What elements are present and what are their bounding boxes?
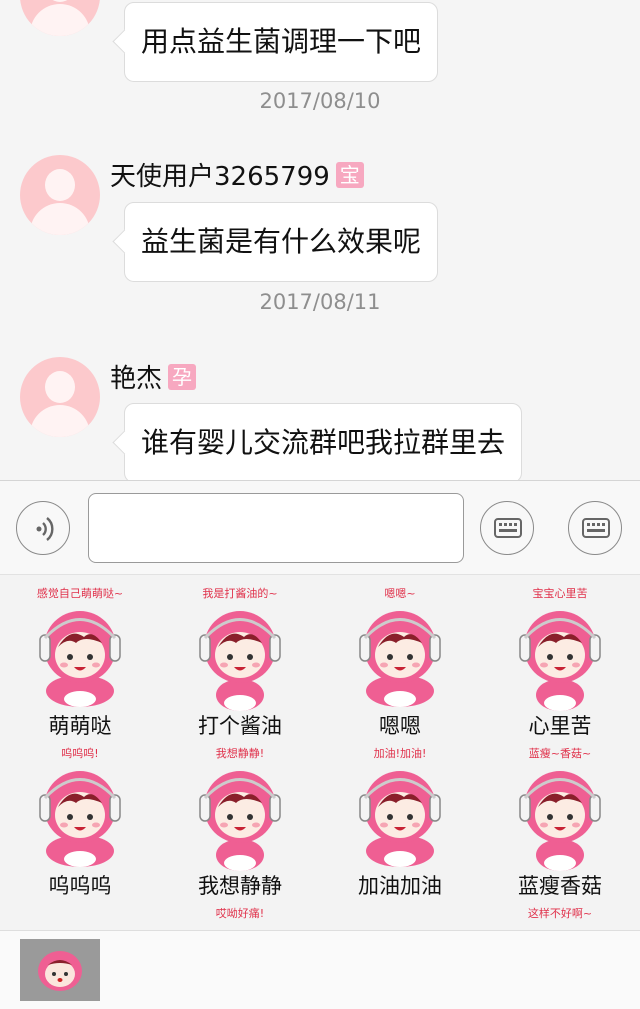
date-separator: 2017/08/11 — [259, 290, 381, 314]
user-avatar[interactable] — [20, 0, 100, 36]
mascot-sticker-image — [199, 771, 281, 871]
keyboard-button[interactable] — [480, 501, 534, 555]
sticker-caption: 感觉自己萌萌哒~ — [36, 587, 124, 600]
message-bubble[interactable]: 谁有婴儿交流群吧我拉群里去 — [124, 403, 523, 480]
mascot-sticker-image — [39, 611, 121, 707]
sticker-caption: 呜呜呜! — [61, 747, 99, 760]
sticker-item[interactable]: 呜呜呜! 呜呜呜 — [0, 735, 160, 898]
sticker-caption: 我是打酱油的~ — [202, 587, 278, 600]
message-text: 谁有婴儿交流群吧我拉群里去 — [141, 426, 506, 459]
user-avatar[interactable] — [20, 357, 100, 437]
sticker-item[interactable]: 哎呦好痛! — [160, 895, 320, 930]
username-text: 艳杰 — [110, 364, 163, 394]
mascot-sticker-image — [359, 771, 441, 867]
sticker-item[interactable]: 加油!加油! 加油加油 — [320, 735, 480, 898]
sticker-item[interactable] — [0, 895, 160, 930]
mascot-sticker-image — [359, 611, 441, 707]
baby-badge: 宝 — [335, 162, 364, 188]
mascot-sticker-image — [510, 923, 610, 930]
message-bubble[interactable]: 用点益生菌调理一下吧 — [124, 2, 439, 82]
sticker-item[interactable]: 我想静静! 我想静静 — [160, 735, 320, 898]
mascot-sticker-image — [190, 923, 290, 930]
sticker-caption: 嗯嗯~ — [384, 587, 416, 600]
message-text: 用点益生菌调理一下吧 — [141, 25, 422, 58]
sticker-item[interactable]: 这样不好啊~ — [480, 895, 640, 930]
sticker-item[interactable]: 我是打酱油的~ 打个酱油 — [160, 575, 320, 738]
mascot-sticker-image — [519, 771, 601, 871]
chat-area[interactable]: 用点益生菌调理一下吧 2017/08/10 天使用户3265799 宝 益生菌是有… — [0, 0, 640, 480]
sticker-caption: 蓝瘦~香菇~ — [528, 747, 592, 760]
sticker-panel: 感觉自己萌萌哒~ 萌萌哒 我是打酱油的~ 打个酱油 嗯嗯~ 嗯嗯 宝宝心里苦 心里苦呜呜呜! 呜… — [0, 575, 640, 930]
voice-button[interactable] — [16, 501, 70, 555]
pregnant-badge: 孕 — [168, 364, 197, 390]
mascot-sticker-image — [199, 611, 281, 711]
keyboard-icon — [582, 518, 610, 538]
date-separator: 2017/08/10 — [259, 89, 381, 113]
sticker-item[interactable]: 嗯嗯~ 嗯嗯 — [320, 575, 480, 738]
sticker-caption: 加油!加油! — [373, 747, 427, 760]
sticker-caption: 这样不好啊~ — [527, 907, 593, 920]
sticker-item[interactable]: 感觉自己萌萌哒~ 萌萌哒 — [0, 575, 160, 738]
message-bubble[interactable]: 益生菌是有什么效果呢 — [124, 202, 439, 282]
sticker-item[interactable]: 宝宝心里苦 心里苦 — [480, 575, 640, 738]
mascot-sticker-image — [39, 771, 121, 867]
mascot-pack-icon — [38, 951, 82, 991]
message-input[interactable] — [88, 493, 464, 563]
mascot-sticker-image — [350, 923, 450, 930]
mascot-sticker-image — [519, 611, 601, 711]
input-bar — [0, 480, 640, 575]
message-username: 天使用户3265799 宝 — [110, 156, 364, 193]
user-avatar[interactable] — [20, 155, 100, 235]
keyboard-icon — [494, 518, 522, 538]
message-username: 艳杰孕 — [110, 358, 197, 395]
keyboard-toggle-button[interactable] — [568, 501, 622, 555]
message-text: 益生菌是有什么效果呢 — [141, 225, 422, 258]
username-text: 天使用户3265799 — [110, 162, 330, 192]
sticker-caption: 我想静静! — [215, 747, 265, 760]
voice-icon — [36, 517, 54, 541]
sticker-caption: 哎呦好痛! — [215, 907, 265, 920]
sticker-pack-tray — [0, 930, 640, 1009]
sticker-caption: 宝宝心里苦 — [532, 587, 588, 600]
sticker-item[interactable] — [320, 895, 480, 930]
sticker-item[interactable]: 蓝瘦~香菇~ 蓝瘦香菇 — [480, 735, 640, 898]
sticker-pack-tab[interactable] — [20, 939, 100, 1001]
mascot-sticker-image — [30, 923, 130, 930]
